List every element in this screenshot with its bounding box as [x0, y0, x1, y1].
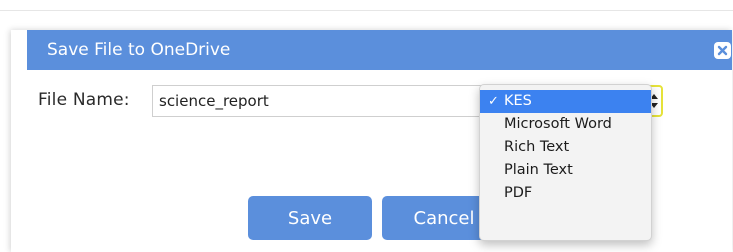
checkmark-icon: ✓ — [488, 94, 499, 109]
file-name-input[interactable] — [152, 85, 487, 117]
option-label: Microsoft Word — [504, 116, 612, 132]
dialog-titlebar: Save File to OneDrive — [27, 30, 732, 70]
close-button[interactable] — [714, 42, 731, 59]
file-type-option-kes[interactable]: ✓ KES — [480, 90, 651, 113]
file-type-option-plain-text[interactable]: Plain Text — [480, 159, 651, 182]
file-type-option-word[interactable]: Microsoft Word — [480, 113, 651, 136]
option-label: Rich Text — [504, 139, 570, 155]
close-icon — [717, 45, 728, 56]
save-dialog: Save File to OneDrive File Name: Save Ca… — [11, 30, 732, 252]
dialog-title: Save File to OneDrive — [47, 40, 231, 60]
option-label: Plain Text — [504, 162, 573, 178]
option-label: PDF — [504, 185, 533, 201]
file-type-dropdown: ✓ KES Microsoft Word Rich Text Plain Tex… — [479, 84, 652, 241]
save-button[interactable]: Save — [248, 196, 372, 240]
file-type-option-rich-text[interactable]: Rich Text — [480, 136, 651, 159]
page-top-area — [0, 0, 733, 11]
file-type-option-pdf[interactable]: PDF — [480, 182, 651, 205]
option-label: KES — [504, 93, 532, 109]
file-name-label: File Name: — [38, 90, 130, 110]
